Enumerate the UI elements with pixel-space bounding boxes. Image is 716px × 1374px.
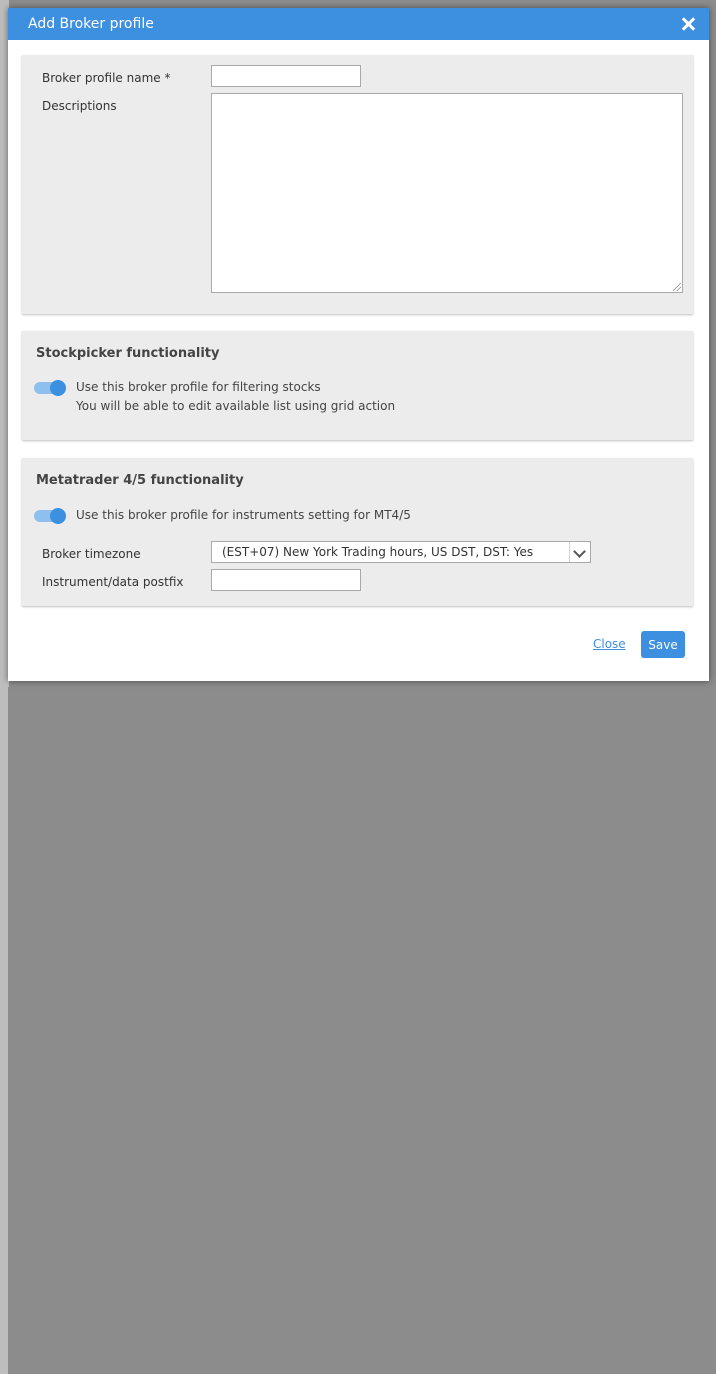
save-button[interactable]: Save: [641, 631, 685, 658]
dialog-titlebar: Add Broker profile: [8, 8, 709, 40]
metatrader-title: Metatrader 4/5 functionality: [36, 473, 244, 488]
resize-grip-icon[interactable]: [673, 283, 681, 291]
toggle-knob: [50, 380, 66, 396]
stockpicker-panel: Stockpicker functionality Use this broke…: [22, 331, 693, 440]
instrument-postfix-label: Instrument/data postfix: [42, 575, 184, 589]
descriptions-textarea[interactable]: [211, 93, 683, 293]
close-link[interactable]: Close: [593, 637, 626, 651]
toggle-knob: [50, 508, 66, 524]
broker-timezone-select[interactable]: (EST+07) New York Trading hours, US DST,…: [211, 541, 591, 563]
add-broker-profile-dialog: Add Broker profile Broker profile name *…: [8, 8, 709, 681]
close-icon[interactable]: [679, 15, 697, 33]
stockpicker-toggle-text: Use this broker profile for filtering st…: [76, 380, 321, 394]
instrument-postfix-input[interactable]: [211, 569, 361, 591]
broker-timezone-value: (EST+07) New York Trading hours, US DST,…: [222, 545, 534, 559]
general-panel: Broker profile name * Descriptions: [22, 55, 693, 314]
descriptions-wrapper: [211, 93, 683, 293]
chevron-down-icon[interactable]: [569, 542, 590, 562]
stockpicker-hint-text: You will be able to edit available list …: [76, 399, 396, 413]
dialog-title: Add Broker profile: [28, 16, 154, 32]
metatrader-panel: Metatrader 4/5 functionality Use this br…: [22, 458, 693, 606]
stockpicker-toggle[interactable]: [34, 380, 66, 396]
broker-profile-name-input[interactable]: [211, 65, 361, 87]
broker-timezone-label: Broker timezone: [42, 547, 141, 561]
metatrader-toggle-text: Use this broker profile for instruments …: [76, 508, 411, 522]
background-app-right: [0, 687, 8, 1374]
descriptions-label: Descriptions: [42, 99, 117, 113]
broker-profile-name-label: Broker profile name *: [42, 71, 171, 85]
stockpicker-title: Stockpicker functionality: [36, 346, 220, 361]
metatrader-toggle[interactable]: [34, 508, 66, 524]
